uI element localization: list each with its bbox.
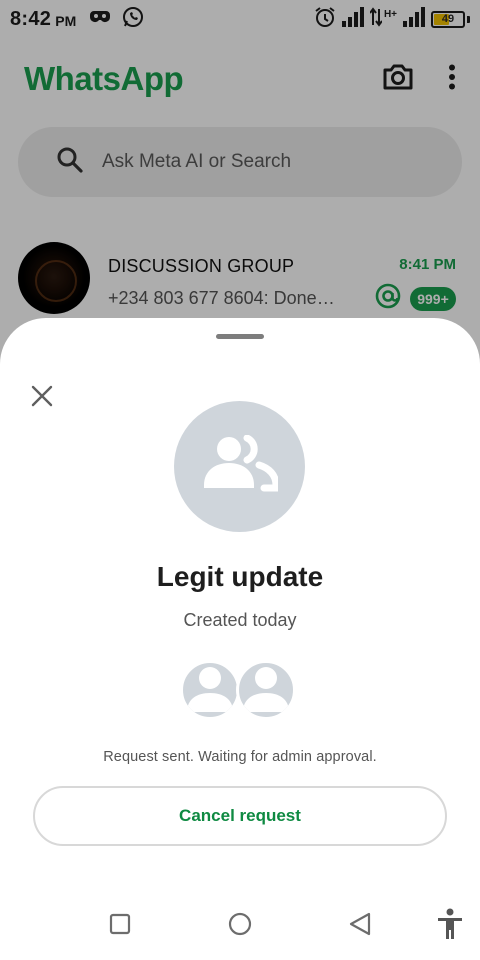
system-nav-bar (0, 892, 480, 956)
person-icon (183, 663, 237, 717)
recent-apps-icon[interactable] (108, 912, 132, 936)
battery-level: 49 (441, 13, 455, 25)
close-icon (30, 384, 54, 413)
group-name: Legit update (156, 561, 324, 592)
member-avatar (236, 660, 296, 720)
group-created-date: Created today (183, 610, 297, 630)
sheet-drag-handle[interactable] (216, 334, 264, 339)
close-button[interactable] (28, 384, 56, 412)
person-icon (239, 663, 293, 717)
group-avatar (174, 401, 305, 532)
home-icon[interactable] (227, 911, 253, 937)
request-status-text: Request sent. Waiting for admin approval… (103, 749, 377, 765)
group-invite-sheet: Legit update Created today Request sent.… (0, 318, 480, 960)
group-people-icon (202, 434, 279, 498)
member-avatars (180, 660, 300, 720)
cancel-request-button[interactable]: Cancel request (33, 786, 447, 846)
member-avatar (180, 660, 240, 720)
back-icon[interactable] (347, 911, 373, 937)
accessibility-icon[interactable] (436, 908, 464, 940)
